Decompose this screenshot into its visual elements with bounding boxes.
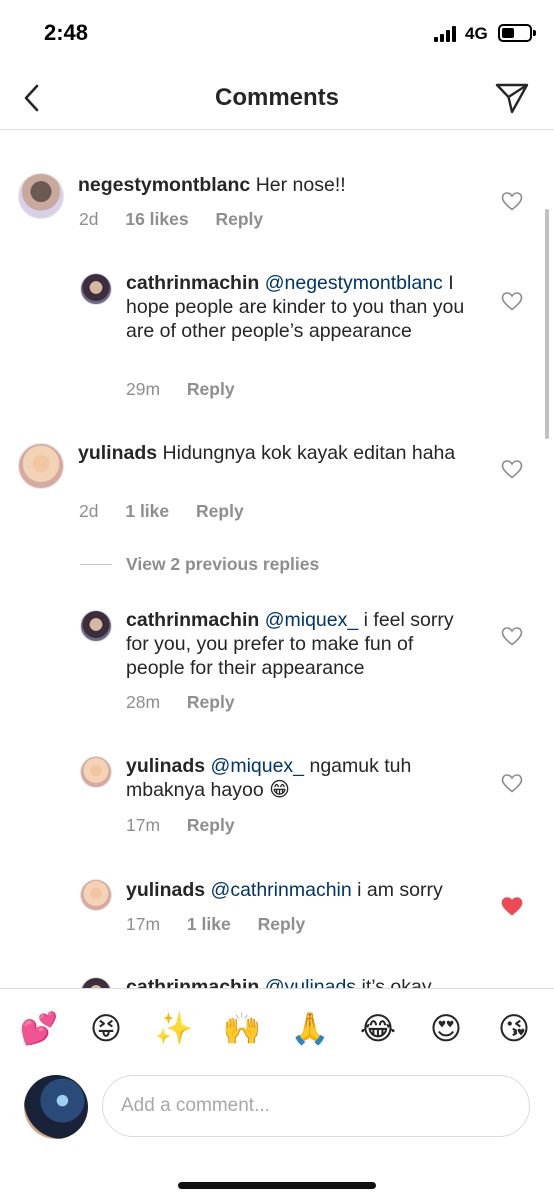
comment-text: cathrinmachin @negestymontblanc I hope p… — [126, 271, 481, 343]
comment-composer: 💕 😝 ✨ 🙌 🙏 😂 😍 😘 — [0, 988, 554, 1200]
comment-body: it’s okay — [361, 976, 432, 988]
comment-body: Her nose!! — [255, 174, 346, 196]
divider-line — [80, 564, 112, 565]
comment-username[interactable]: cathrinmachin — [126, 272, 259, 294]
reply-button[interactable]: Reply — [187, 692, 235, 712]
reply-button[interactable]: Reply — [187, 815, 235, 835]
two-hearts-emoji-button[interactable]: 💕 — [19, 1009, 59, 1049]
comment-mention[interactable]: @cathrinmachin — [211, 879, 352, 901]
sparkles-emoji-button[interactable]: ✨ — [154, 1009, 194, 1049]
view-replies-label: View 2 previous replies — [126, 554, 320, 574]
comment-likes[interactable]: 1 like — [187, 914, 231, 934]
comment-text: yulinads @cathrinmachin i am sorry — [126, 878, 486, 902]
heart-icon[interactable] — [500, 457, 524, 481]
tongue-emoji-button[interactable]: 😝 — [86, 1009, 126, 1049]
comment-reply: cathrinmachin @miquex_ i feel sorry for … — [0, 608, 554, 718]
comment-text: negestymontblanc Her nose!! — [78, 173, 488, 197]
my-avatar — [24, 1075, 88, 1139]
avatar[interactable] — [80, 977, 112, 988]
comment-username[interactable]: negestymontblanc — [78, 174, 250, 196]
comment-text: cathrinmachin @miquex_ i feel sorry for … — [126, 608, 466, 680]
comment-meta: 2d 1 like Reply — [79, 501, 266, 522]
page-title: Comments — [214, 84, 340, 111]
quick-emoji-bar: 💕 😝 ✨ 🙌 🙏 😂 😍 😘 — [0, 1009, 554, 1049]
comment-time: 17m — [126, 914, 161, 934]
status-time: 2:48 — [44, 20, 89, 45]
comment-reply: yulinads @cathrinmachin i am sorry 17m 1… — [0, 876, 554, 946]
comment-meta: 17m 1 like Reply — [126, 914, 327, 935]
comment-mention[interactable]: @yulinads — [265, 976, 356, 988]
kiss-emoji-button[interactable]: 😘 — [494, 1009, 534, 1049]
comment-body: i am sorry — [357, 879, 443, 901]
comment-reply: cathrinmachin @yulinads it’s okay — [0, 975, 554, 988]
status-bar: 2:48 4G — [0, 0, 554, 66]
raised-hands-emoji-button[interactable]: 🙌 — [222, 1009, 262, 1049]
comment: yulinads Hidungnya kok kayak editan haha… — [0, 439, 554, 522]
comment-list[interactable]: negestymontblanc Her nose!! 2d 16 likes … — [0, 131, 554, 988]
share-button[interactable] — [492, 78, 532, 118]
heart-icon[interactable] — [500, 189, 524, 213]
comment-meta: 2d 16 likes Reply — [79, 209, 285, 230]
comment-username[interactable]: yulinads — [126, 879, 205, 901]
comment-username[interactable]: yulinads — [78, 442, 157, 464]
reply-button[interactable]: Reply — [215, 209, 263, 229]
comment-reply: yulinads @miquex_ ngamuk tuh mbaknya hay… — [0, 754, 554, 844]
comment-time: 28m — [126, 692, 161, 712]
avatar[interactable] — [80, 879, 112, 911]
avatar[interactable] — [18, 443, 64, 489]
avatar[interactable] — [80, 273, 112, 305]
heart-icon[interactable] — [500, 289, 524, 313]
tears-of-joy-emoji-button[interactable]: 😂 — [358, 1009, 398, 1049]
comment-meta: 29m Reply — [126, 379, 257, 400]
paper-plane-icon — [495, 83, 529, 114]
avatar[interactable] — [80, 756, 112, 788]
reply-button[interactable]: Reply — [187, 379, 235, 399]
view-previous-replies-button[interactable]: View 2 previous replies — [80, 554, 319, 575]
comment: negestymontblanc Her nose!! 2d 16 likes … — [0, 169, 554, 239]
comment-username[interactable]: cathrinmachin — [126, 609, 259, 631]
scrollbar[interactable] — [545, 209, 549, 439]
heart-filled-icon[interactable] — [500, 894, 524, 918]
grin-emoji: 😁 — [269, 779, 290, 801]
header: Comments — [0, 66, 554, 130]
comment-text: yulinads Hidungnya kok kayak editan haha — [78, 441, 458, 465]
reply-button[interactable]: Reply — [258, 914, 306, 934]
comment-time: 2d — [79, 209, 99, 229]
home-indicator — [178, 1182, 376, 1189]
comment-likes[interactable]: 1 like — [125, 501, 169, 521]
battery-tip — [533, 30, 536, 36]
comment-mention[interactable]: @negestymontblanc — [265, 272, 443, 294]
avatar[interactable] — [18, 173, 64, 219]
comment-text: yulinads @miquex_ ngamuk tuh mbaknya hay… — [126, 754, 446, 802]
heart-icon[interactable] — [500, 771, 524, 795]
battery-level — [502, 28, 514, 38]
comment-mention[interactable]: @miquex_ — [211, 755, 305, 777]
comment-mention[interactable]: @miquex_ — [265, 609, 359, 631]
comment-text: cathrinmachin @yulinads it’s okay — [126, 975, 486, 988]
reply-button[interactable]: Reply — [196, 501, 244, 521]
heart-icon[interactable] — [500, 624, 524, 648]
comment-meta: 28m Reply — [126, 692, 257, 713]
comment-username[interactable]: cathrinmachin — [126, 976, 259, 988]
comment-username[interactable]: yulinads — [126, 755, 205, 777]
comment-meta: 17m Reply — [126, 815, 257, 836]
comment-time: 29m — [126, 379, 161, 399]
comment-reply: cathrinmachin @negestymontblanc I hope p… — [0, 269, 554, 399]
comment-time: 2d — [79, 501, 99, 521]
signal-strength-icon — [434, 26, 458, 42]
comment-input[interactable] — [102, 1075, 530, 1137]
battery-icon — [498, 24, 532, 42]
comment-time: 17m — [126, 815, 161, 835]
avatar[interactable] — [80, 610, 112, 642]
comment-body: Hidungnya kok kayak editan haha — [162, 442, 456, 464]
heart-eyes-emoji-button[interactable]: 😍 — [426, 1009, 466, 1049]
network-type: 4G — [465, 24, 488, 43]
folded-hands-emoji-button[interactable]: 🙏 — [290, 1009, 330, 1049]
comment-likes[interactable]: 16 likes — [125, 209, 188, 229]
